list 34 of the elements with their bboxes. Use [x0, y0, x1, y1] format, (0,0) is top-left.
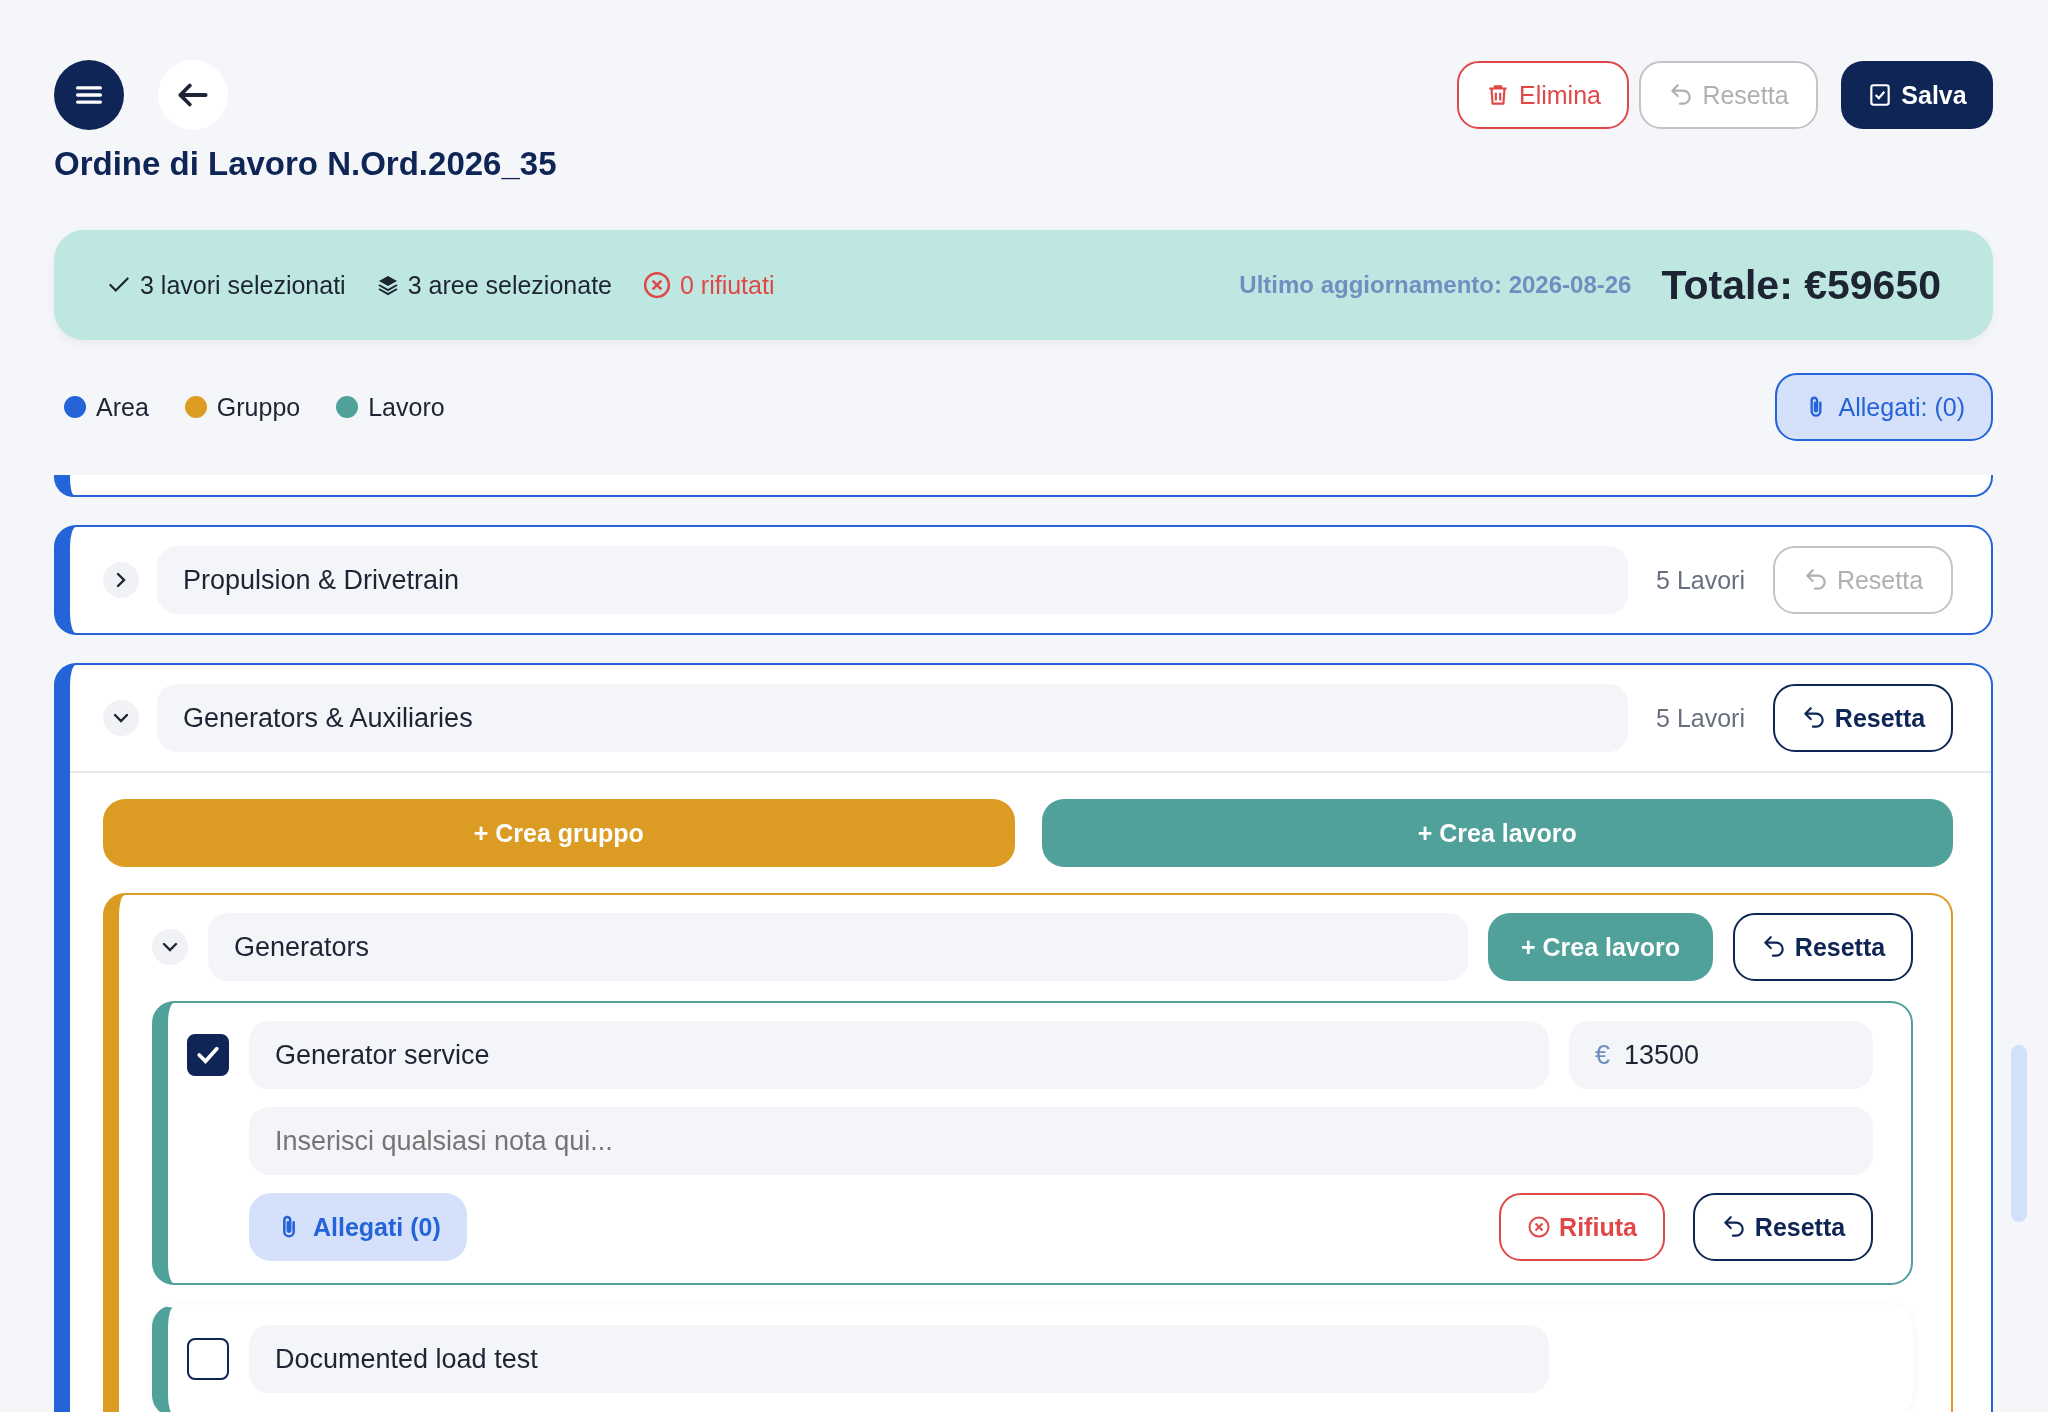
x-circle-icon [1527, 1215, 1552, 1239]
note-field[interactable]: Inserisci qualsiasi nota qui... [249, 1107, 1873, 1175]
job-count: 5 Lavori [1656, 565, 1745, 595]
selected-jobs-text: 3 lavori selezionati [140, 270, 346, 300]
checkbox[interactable] [187, 1034, 229, 1076]
job-name-field[interactable]: Generator service [249, 1021, 1549, 1089]
attachments-button[interactable]: Allegati (0) [249, 1193, 467, 1261]
expand-toggle[interactable] [103, 562, 139, 598]
save-button[interactable]: Salva [1841, 61, 1993, 129]
scrollbar-thumb[interactable] [2011, 1045, 2027, 1222]
attachments-button[interactable]: Allegati: (0) [1774, 373, 1993, 441]
delete-button[interactable]: Elimina [1457, 61, 1629, 129]
reset-button[interactable]: Resetta [1733, 913, 1913, 981]
job-count: 5 Lavori [1656, 703, 1745, 733]
reset-button[interactable]: Resetta [1693, 1193, 1873, 1261]
rejected-text: 0 rifiutati [680, 270, 775, 300]
area-name-field[interactable]: Propulsion & Drivetrain [157, 546, 1629, 614]
price-field[interactable]: € 13500 [1569, 1021, 1873, 1089]
reject-button[interactable]: Rifiuta [1499, 1193, 1665, 1261]
area-name-field[interactable]: Generators & Auxiliaries [157, 684, 1629, 752]
selected-areas-text: 3 aree selezionate [407, 270, 612, 300]
last-update-text: Ultimo aggiornamento: 2026-08-26 [1239, 271, 1632, 299]
group-name-field[interactable]: Generators [208, 913, 1468, 981]
job-name-field[interactable]: Documented load test [249, 1325, 1549, 1393]
page-title: Ordine di Lavoro N.Ord.2026_35 [54, 144, 558, 184]
x-circle-icon [642, 270, 672, 300]
expand-toggle[interactable] [103, 700, 139, 736]
checkbox[interactable] [187, 1338, 229, 1380]
expand-toggle[interactable] [152, 929, 188, 965]
legend-label: Lavoro [368, 392, 445, 422]
legend-label: Gruppo [216, 392, 301, 422]
reset-button[interactable]: Resetta [1773, 684, 1953, 752]
total-amount: Totale: €59650 [1661, 261, 1941, 309]
legend-label: Area [96, 392, 149, 422]
